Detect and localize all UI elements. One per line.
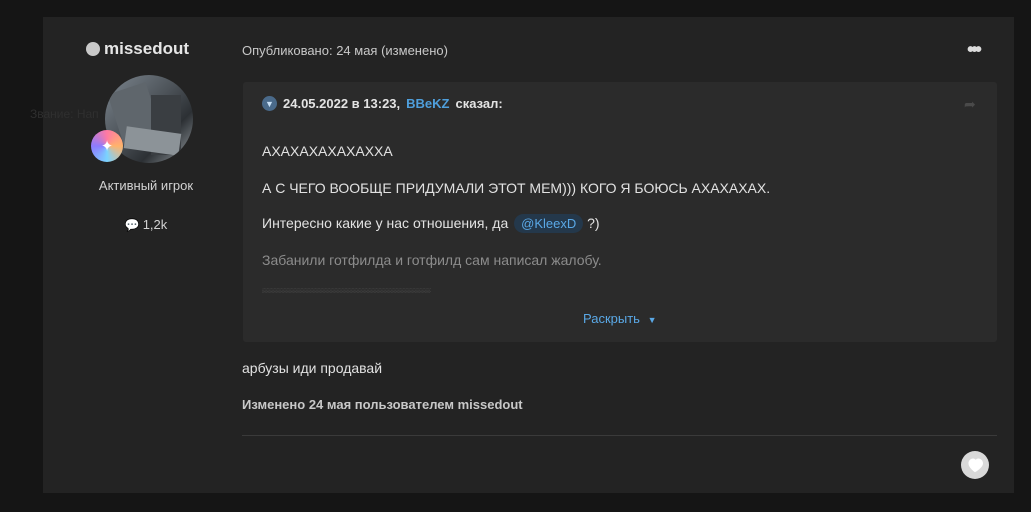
quote-date: 24.05.2022 в 13:23, [283,96,401,111]
speech-bubble-icon: 💬 [124,218,140,232]
share-icon[interactable]: ➦ [964,96,976,113]
more-options-button[interactable]: ••• [967,39,982,62]
expand-button[interactable]: Раскрыть ▼ [583,311,657,326]
user-mention[interactable]: @KleexD [514,214,584,233]
expand-label[interactable]: Раскрыть [583,311,640,326]
quote-line-2: А С ЧЕГО ВООБЩЕ ПРИДУМАЛИ ЭТОТ МЕМ))) КО… [262,180,771,196]
quote-line-3-suffix: ?) [587,215,600,231]
rank-title: Активный игрок [98,178,194,193]
quote-line-3-text: Интересно какие у нас отношения, да [262,215,509,231]
post-container: missedout Звание: Нап ✦ Активный игрок 💬… [30,17,1014,493]
post-count-value: 1,2k [142,217,168,232]
quote-line-4: Забанили готфилда и готфилд сам написал … [262,252,602,268]
edited-note: Изменено 24 мая пользователем missedout [242,397,523,412]
ellipsis-icon[interactable]: ••• [967,39,982,61]
reply-text: арбузы иди продавай [242,360,383,376]
quote-line-3: Интересно какие у нас отношения, да @Kle… [262,214,600,233]
like-button[interactable] [961,451,989,479]
divider [242,435,997,436]
rank-badge-icon: ✦ [91,130,123,162]
quote-author-link[interactable]: BBeKZ [406,96,449,111]
ghost-rank-label: Звание: Нап [30,107,99,121]
heart-icon[interactable] [966,457,984,473]
quote-line-1: АХАХАХАХАХАХХА [262,143,393,159]
quote-block: ▼ 24.05.2022 в 13:23, BBeKZ сказал: ➦ АХ… [243,82,997,342]
published-date: Опубликовано: 24 мая (изменено) [242,43,448,58]
quote-line-faded: ▒▒▒▒▒▒▒▒▒▒▒▒▒▒▒▒▒ [262,287,431,293]
author-name-label[interactable]: missedout [104,39,189,59]
chevron-down-icon[interactable]: ▼ [262,96,277,111]
post-count: 💬 1,2k [43,217,249,232]
caret-down-icon[interactable]: ▼ [648,315,657,325]
quote-header: ▼ 24.05.2022 в 13:23, BBeKZ сказал: [262,96,503,111]
author-name[interactable]: missedout [86,39,189,59]
status-dot-icon [86,42,100,56]
quote-said: сказал: [455,96,503,111]
